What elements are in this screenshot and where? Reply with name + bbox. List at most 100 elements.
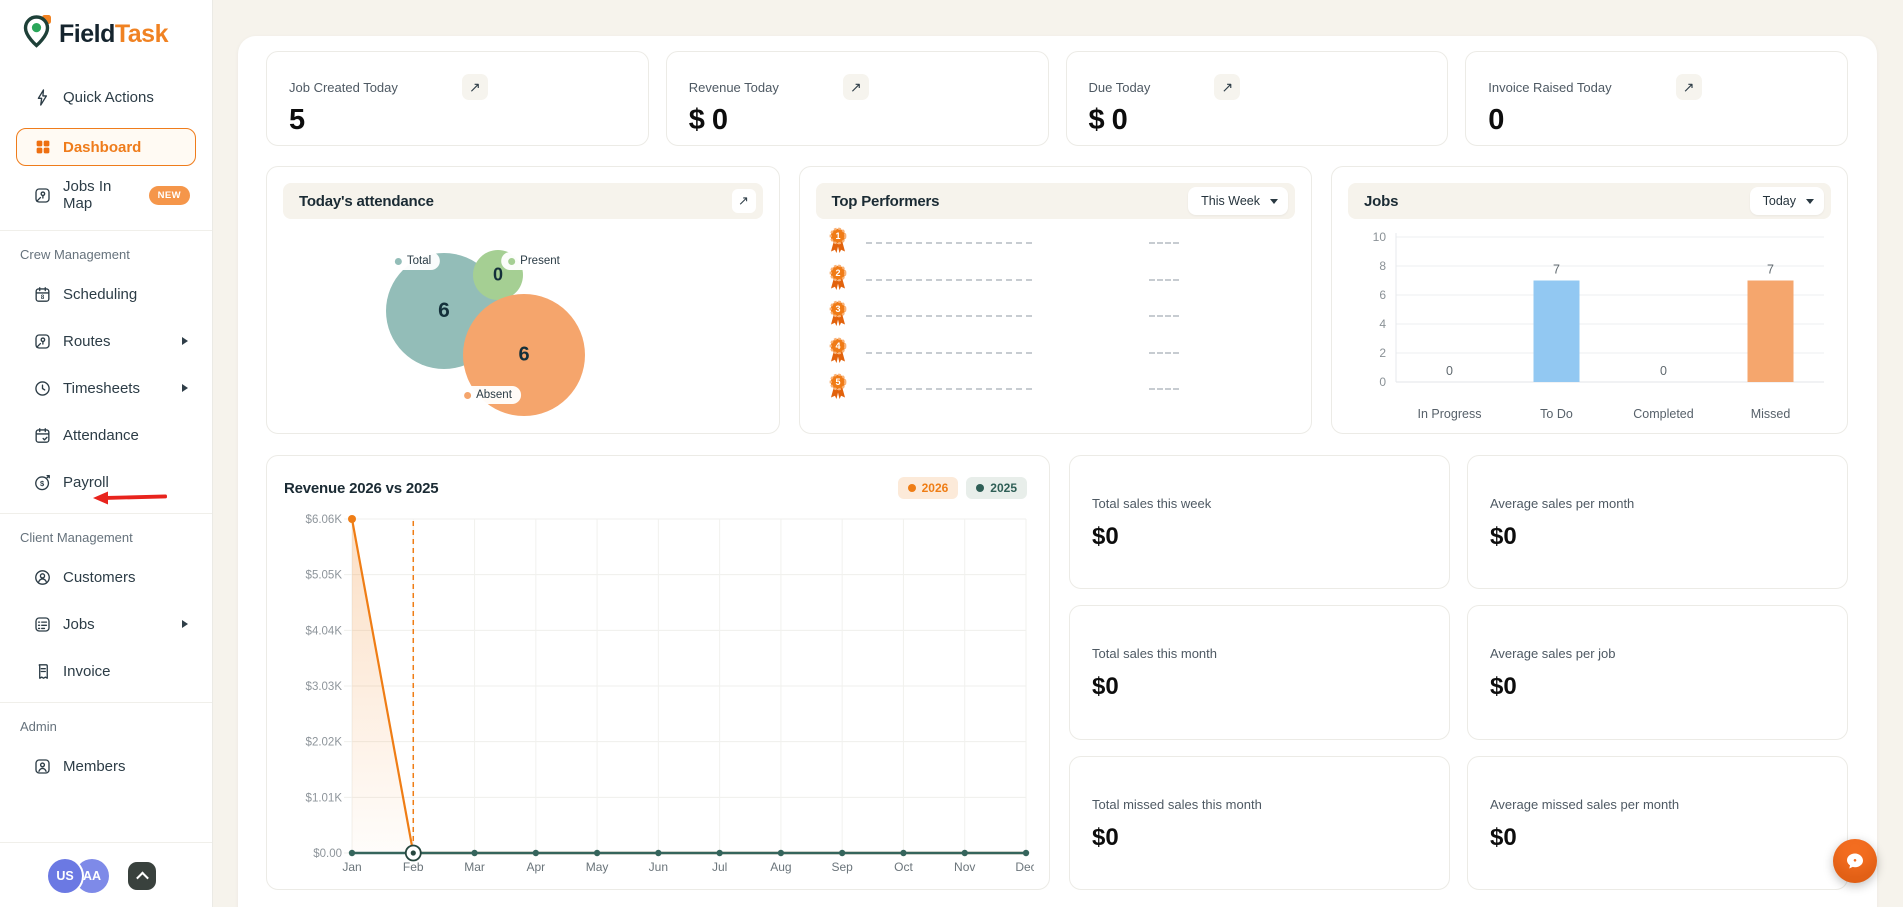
svg-text:0: 0 [1446,364,1453,378]
svg-text:To Do: To Do [1540,407,1573,421]
sidebar-item-timesheets[interactable]: Timesheets [20,372,192,404]
svg-text:Nov: Nov [954,860,975,874]
svg-text:May: May [586,860,609,874]
chevron-right-icon [182,620,188,628]
sales-card-average-missed-sales-per-month: Average missed sales per month $0 [1467,755,1848,890]
svg-text:7: 7 [1767,263,1774,277]
bubble-value-total: 6 [438,299,450,322]
sidebar-item-label: Dashboard [63,138,142,156]
sidebar-item-invoice[interactable]: Invoice [20,655,192,687]
bubble-label-text: Present [520,255,560,267]
bubble-label-text: Total [406,255,432,267]
medal-rank-2-icon: 2 [827,263,849,297]
medal-rank-1-icon: 1 [827,226,849,260]
sidebar-item-label: Jobs In Map [63,178,112,212]
jobs-bar-chart: 10 8 6 4 2 0 0 In Progress 7 To Do 0 Completed 7 Miss… [1332,219,1847,435]
sales-card-grid: Total sales this week $0 Average sales per… [1069,455,1848,890]
map-pin-icon [33,332,52,351]
performer-score-placeholder [1149,388,1179,391]
performer-name-placeholder [865,388,1032,391]
svg-text:Apr: Apr [526,860,545,874]
revenue-chart-svg: $6.06K $5.05K $4.04K $3.03K $2.02K $1.01K $0.0… [306,514,1037,874]
svg-text:5: 5 [835,377,840,387]
stat-card-invoice-raised-today: Invoice Raised Today ↗ 0 [1465,51,1848,146]
section-divider [0,702,212,703]
open-due-today-arrow-icon[interactable]: ↗ [1214,74,1241,100]
chevron-right-icon [182,384,188,392]
svg-text:$5.05K: $5.05K [306,570,343,582]
sales-card-average-sales-per-month: Average sales per month $0 [1467,455,1848,590]
sidebar-item-label: Jobs [63,615,95,633]
stat-card-label: Job Created Today [289,79,398,95]
section-title-client-management: Client Management [20,530,133,545]
section-title-admin: Admin [20,719,57,734]
performer-row-3: 3 [827,298,1296,335]
tasks-icon [33,615,52,634]
legend-2026: 2026 [897,477,959,499]
stat-card-revenue-today: Revenue Today ↗ $ 0 [665,51,1049,146]
jobs-header: Jobs Today [1348,183,1831,219]
stat-card-job-created-today: Job Created Today ↗ 5 [266,51,649,146]
dropdown-value: Today [1762,194,1796,208]
stat-card-due-today: Due Today ↗ $ 0 [1065,51,1449,146]
performer-row-4: 4 [827,335,1296,372]
svg-text:$: $ [40,478,45,487]
customer-icon [33,568,52,587]
legend-dot [394,257,402,265]
open-revenue-today-arrow-icon[interactable]: ↗ [842,74,869,100]
sales-card-value: $0 [1490,823,1517,851]
performer-name-placeholder [865,278,1032,281]
sidebar-item-customers[interactable]: Customers [20,561,192,593]
revenue-legend: 2026 2025 [897,477,1027,499]
svg-text:In Progress: In Progress [1418,407,1482,421]
open-invoice-raised-today-arrow-icon[interactable]: ↗ [1675,74,1702,100]
lightning-icon [33,88,52,107]
svg-text:4: 4 [835,341,840,351]
open-job-created-today-arrow-icon[interactable]: ↗ [461,74,488,100]
new-badge: NEW [148,185,190,205]
performer-list: 1 2 3 4 5 [800,219,1312,408]
sidebar-item-dashboard[interactable]: Dashboard [16,128,196,166]
sidebar-item-jobs[interactable]: Jobs [20,608,192,640]
section-title-crew-management: Crew Management [20,247,130,262]
sidebar-item-routes[interactable]: Routes [20,325,192,357]
svg-text:Jul: Jul [712,860,727,874]
legend-2025: 2025 [966,477,1027,499]
bubble-value-absent: 6 [518,343,530,366]
main-panel: Job Created Today ↗ 5 Revenue Today ↗ $ 0 Due … [238,36,1877,907]
sidebar-footer: US AA [0,842,212,907]
chat-button[interactable] [1833,839,1877,883]
svg-text:Jan: Jan [342,860,361,874]
sidebar-item-quick-actions[interactable]: Quick Actions [20,81,192,113]
sidebar-item-attendance[interactable]: Attendance [20,419,192,451]
clock-icon [33,379,52,398]
svg-text:6: 6 [1379,288,1386,302]
svg-text:Missed: Missed [1751,407,1791,421]
panel-title: Today's attendance [299,192,434,210]
panel-title: Jobs [1364,192,1399,210]
jobs-filter-dropdown[interactable]: Today [1749,187,1824,215]
legend-dot [508,257,516,265]
sidebar-item-jobs-in-map[interactable]: Jobs In Map NEW [20,178,192,212]
svg-text:$6.06K: $6.06K [306,514,343,526]
app-title: FieldTask [59,20,168,48]
svg-text:Oct: Oct [894,860,913,874]
sidebar-item-payroll[interactable]: $ Payroll [20,466,192,498]
jobs-panel: Jobs Today 10 8 6 4 2 0 0 In Progress 7 To Do 0 Com… [1331,166,1848,434]
sidebar-item-label: Quick Actions [63,88,154,106]
performer-score-placeholder [1149,351,1179,354]
sidebar-item-scheduling[interactable]: 8 Scheduling [20,278,192,310]
stat-card-value: 0 [1488,104,1504,136]
avatar[interactable]: US [48,859,82,893]
sidebar-item-members[interactable]: Members [20,750,192,782]
sidebar: FieldTask Quick Actions Dashboard Jobs I… [0,0,213,907]
legend-dot [976,484,985,492]
svg-text:Feb: Feb [403,860,424,874]
top-performers-filter-dropdown[interactable]: This Week [1188,187,1288,215]
chevron-down-icon [1806,198,1814,204]
calendar-icon: 8 [33,285,52,304]
collapse-sidebar-button[interactable] [128,862,156,890]
performer-row-5: 5 [827,371,1296,408]
top-performers-header: Top Performers This Week [815,183,1295,219]
open-attendance-arrow-icon[interactable]: ↗ [731,189,756,213]
